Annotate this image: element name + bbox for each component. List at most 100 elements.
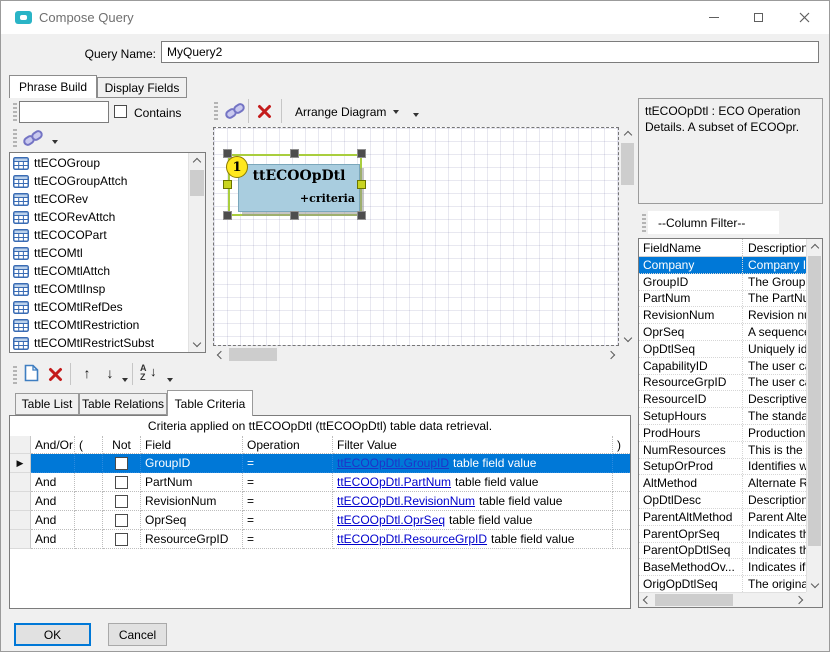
diagram-node-ttECOOpDtl[interactable]: ttECOOpDtl +criteria [238, 164, 360, 212]
field-cell[interactable]: GroupID [141, 454, 243, 473]
field-row[interactable]: OpDtlDesc Description [639, 492, 806, 509]
filter-value-cell[interactable]: ttECOOpDtl.GroupID table field value [333, 454, 613, 473]
table-list-item[interactable]: ttECOMtl [10, 244, 188, 262]
andor-cell[interactable]: And [31, 473, 75, 492]
close-paren-cell[interactable] [613, 454, 630, 473]
column-header-open-paren[interactable]: ( [75, 436, 103, 454]
not-cell[interactable] [103, 511, 141, 530]
not-checkbox[interactable] [115, 533, 128, 546]
ok-button[interactable]: OK [14, 623, 91, 646]
filter-value-cell[interactable]: ttECOOpDtl.ResourceGrpID table field val… [333, 530, 613, 549]
minimize-button[interactable] [691, 1, 736, 33]
field-row[interactable]: ParentOpDtlSeq Indicates the [639, 543, 806, 560]
field-grid-vscrollbar[interactable] [806, 239, 822, 592]
operation-cell[interactable]: = [243, 454, 333, 473]
filter-value-link[interactable]: ttECOOpDtl.RevisionNum [337, 494, 475, 508]
scroll-thumb[interactable] [229, 348, 277, 361]
row-selector-cell[interactable]: ▶ [10, 454, 31, 473]
close-paren-cell[interactable] [613, 530, 630, 549]
table-list-item[interactable]: ttECOCOPart [10, 226, 188, 244]
field-cell[interactable]: OprSeq [141, 511, 243, 530]
table-list-item[interactable]: ttECOGroup [10, 154, 188, 172]
cancel-button[interactable]: Cancel [108, 623, 167, 646]
delete-criteria-button[interactable] [46, 366, 64, 382]
scroll-up-button[interactable] [620, 128, 635, 142]
column-header-not[interactable]: Not [103, 436, 141, 454]
column-header-andor[interactable]: And/Or [31, 436, 75, 454]
field-row[interactable]: OrigOpDtlSeq The original [639, 576, 806, 592]
filter-value-cell[interactable]: ttECOOpDtl.OprSeq table field value [333, 511, 613, 530]
arrange-diagram-button[interactable]: Arrange Diagram [289, 100, 405, 123]
resize-handle[interactable] [357, 211, 366, 220]
filter-value-cell[interactable]: ttECOOpDtl.RevisionNum table field value [333, 492, 613, 511]
field-row[interactable]: GroupID The Group I [639, 274, 806, 291]
column-filter-dropdown[interactable]: --Column Filter-- [648, 211, 779, 234]
field-cell[interactable]: PartNum [141, 473, 243, 492]
tab-table-criteria[interactable]: Table Criteria [167, 390, 253, 416]
table-list-item[interactable]: ttECOGroupAttch [10, 172, 188, 190]
field-row[interactable]: ParentAltMethod Parent Alter [639, 509, 806, 526]
column-header-operation[interactable]: Operation [243, 436, 333, 454]
tab-display-fields[interactable]: Display Fields [97, 77, 187, 98]
delete-node-button[interactable] [255, 103, 273, 119]
criteria-row[interactable]: ▶ And PartNum = ttECOOpDtl.PartNum table… [10, 473, 630, 492]
row-selector-cell[interactable]: ▶ [10, 530, 31, 549]
row-selector-cell[interactable]: ▶ [10, 492, 31, 511]
not-cell[interactable] [103, 530, 141, 549]
field-row[interactable]: AltMethod Alternate Ro [639, 475, 806, 492]
close-paren-cell[interactable] [613, 492, 630, 511]
table-list-item[interactable]: ttECOMtlRefDes [10, 298, 188, 316]
criteria-row[interactable]: ▶ And OprSeq = ttECOOpDtl.OprSeq table f… [10, 511, 630, 530]
operation-cell[interactable]: = [243, 530, 333, 549]
not-cell[interactable] [103, 454, 141, 473]
field-row[interactable]: Company Company Id [639, 257, 806, 274]
field-row[interactable]: SetupOrProd Identifies wh [639, 459, 806, 476]
scroll-down-button[interactable] [189, 336, 205, 350]
maximize-button[interactable] [736, 1, 781, 33]
operation-cell[interactable]: = [243, 511, 333, 530]
close-paren-cell[interactable] [613, 511, 630, 530]
filter-value-link[interactable]: ttECOOpDtl.GroupID [337, 456, 449, 470]
scroll-thumb[interactable] [808, 256, 821, 546]
scroll-left-button[interactable] [640, 593, 653, 607]
move-up-button[interactable]: ↑ [79, 364, 95, 382]
field-row[interactable]: NumResources This is the r [639, 442, 806, 459]
field-cell[interactable]: RevisionNum [141, 492, 243, 511]
row-selector-cell[interactable]: ▶ [10, 511, 31, 530]
open-paren-cell[interactable] [75, 511, 103, 530]
field-row[interactable]: ParentOprSeq Indicates the [639, 526, 806, 543]
table-list-scrollbar[interactable] [188, 153, 205, 352]
contains-checkbox[interactable] [114, 105, 127, 118]
field-cell[interactable]: ResourceGrpID [141, 530, 243, 549]
node-criteria-link[interactable]: +criteria [300, 192, 355, 205]
column-header-description[interactable]: Description [742, 239, 806, 256]
andor-cell[interactable] [31, 454, 75, 473]
canvas-horizontal-scrollbar[interactable] [213, 347, 619, 362]
field-grid-hscrollbar[interactable] [639, 592, 806, 607]
scroll-up-button[interactable] [807, 241, 822, 254]
not-cell[interactable] [103, 492, 141, 511]
not-checkbox[interactable] [115, 514, 128, 527]
table-list-item[interactable]: ttECOMtlRestriction [10, 316, 188, 334]
filter-value-cell[interactable]: ttECOOpDtl.PartNum table field value [333, 473, 613, 492]
sort-overflow-arrow[interactable] [167, 378, 173, 382]
close-paren-cell[interactable] [613, 473, 630, 492]
canvas-vertical-scrollbar[interactable] [620, 127, 635, 346]
resize-handle[interactable] [290, 149, 299, 158]
andor-cell[interactable]: And [31, 511, 75, 530]
open-paren-cell[interactable] [75, 473, 103, 492]
not-cell[interactable] [103, 473, 141, 492]
andor-cell[interactable]: And [31, 530, 75, 549]
query-name-input[interactable] [161, 41, 819, 63]
sort-button[interactable]: A Z ↓ [140, 363, 164, 383]
resize-handle[interactable] [357, 180, 366, 189]
close-button[interactable] [782, 1, 827, 33]
field-row[interactable]: RevisionNum Revision nu [639, 307, 806, 324]
field-row[interactable]: OprSeq A sequence [639, 324, 806, 341]
field-row[interactable]: ResourceID Descriptive [639, 391, 806, 408]
filter-value-link[interactable]: ttECOOpDtl.OprSeq [337, 513, 445, 527]
operation-cell[interactable]: = [243, 492, 333, 511]
scroll-right-button[interactable] [792, 593, 805, 607]
scroll-down-button[interactable] [620, 331, 635, 345]
link-tables-button[interactable] [18, 127, 48, 149]
